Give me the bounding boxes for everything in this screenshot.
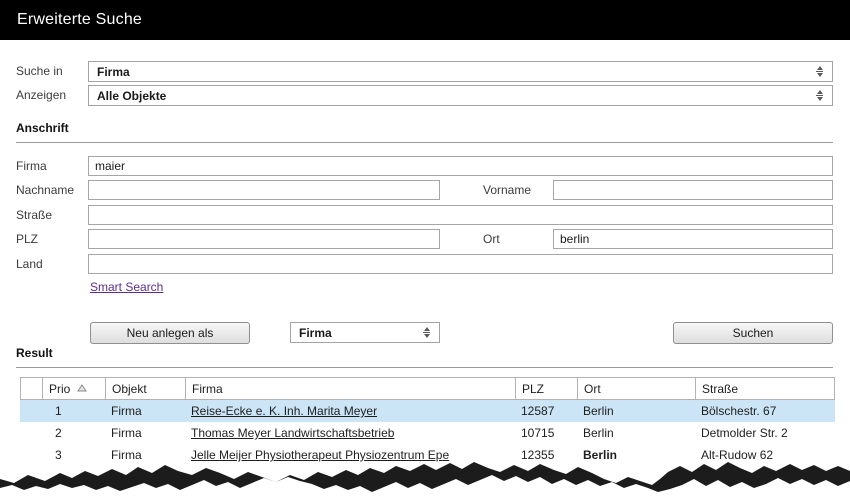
table-row[interactable]: 2 Firma Thomas Meyer Landwirtschaftsbetr… — [20, 422, 835, 444]
smart-search-link[interactable]: Smart Search — [90, 280, 163, 294]
firma-record-link[interactable]: Reise-Ecke e. K. Inh. Marita Meyer — [191, 404, 377, 418]
column-header-prio-label: Prio — [49, 381, 71, 396]
suche-in-select[interactable]: Firma — [88, 61, 833, 82]
objekt-cell: Firma — [111, 426, 142, 440]
plz-cell: 12587 — [521, 404, 555, 418]
land-label: Land — [16, 257, 43, 271]
page-title: Erweiterte Suche — [17, 11, 143, 28]
anschrift-section-title: Anschrift — [16, 121, 833, 143]
firma-cell: Reise-Ecke e. K. Inh. Marita Meyer — [185, 404, 515, 418]
firma-record-link[interactable]: Thomas Meyer Landwirtschaftsbetrieb — [191, 426, 394, 440]
torn-edge — [0, 462, 850, 492]
window-titlebar: Erweiterte Suche — [0, 0, 850, 40]
objekt-cell: Firma — [111, 404, 142, 418]
plz-field[interactable] — [88, 229, 440, 249]
dropdown-updown-icon — [816, 90, 823, 101]
neu-anlegen-als-button[interactable]: Neu anlegen als — [90, 322, 250, 344]
anzeigen-label: Anzeigen — [16, 88, 67, 102]
strasse-cell: Bölschestr. 67 — [701, 404, 777, 418]
column-header-objekt[interactable]: Objekt — [106, 378, 186, 399]
column-header-empty[interactable] — [21, 378, 43, 399]
land-field[interactable] — [88, 254, 833, 274]
sort-ascending-icon — [77, 383, 88, 391]
result-section-title: Result — [16, 346, 833, 368]
table-row[interactable]: 1 Firma Reise-Ecke e. K. Inh. Marita Mey… — [20, 400, 835, 422]
firma-field[interactable] — [88, 156, 833, 176]
vorname-label: Vorname — [483, 183, 532, 197]
column-header-plz[interactable]: PLZ — [516, 378, 578, 399]
ort-cell: Berlin — [583, 426, 614, 440]
result-table: Prio Objekt Firma PLZ Ort Straße 1 Firma… — [20, 377, 835, 466]
nachname-field[interactable] — [88, 180, 440, 200]
dropdown-updown-icon — [423, 327, 430, 338]
erweiterte-suche-window: Erweiterte Suche Suche in Firma Anzeigen… — [0, 0, 850, 499]
column-header-strasse[interactable]: Straße — [696, 378, 834, 399]
firma-cell: Thomas Meyer Landwirtschaftsbetrieb — [185, 426, 515, 440]
ort-cell: Berlin — [583, 404, 614, 418]
suche-in-value: Firma — [97, 64, 130, 79]
ort-field[interactable] — [553, 229, 833, 249]
anzeigen-value: Alle Objekte — [97, 88, 167, 103]
neu-anlegen-type-select[interactable]: Firma — [290, 322, 440, 343]
strasse-cell: Detmolder Str. 2 — [701, 426, 788, 440]
result-table-header: Prio Objekt Firma PLZ Ort Straße — [20, 377, 835, 400]
plz-cell: 10715 — [521, 426, 555, 440]
prio-cell: 2 — [55, 426, 62, 440]
plz-label: PLZ — [16, 232, 39, 246]
ort-label: Ort — [483, 232, 500, 246]
dropdown-updown-icon — [816, 66, 823, 77]
nachname-label: Nachname — [16, 183, 75, 197]
suche-in-label: Suche in — [16, 64, 63, 78]
column-header-firma[interactable]: Firma — [186, 378, 516, 399]
anzeigen-select[interactable]: Alle Objekte — [88, 85, 833, 106]
suchen-button[interactable]: Suchen — [673, 322, 833, 344]
vorname-field[interactable] — [553, 180, 833, 200]
column-header-ort[interactable]: Ort — [578, 378, 696, 399]
firma-label: Firma — [16, 159, 47, 173]
neu-anlegen-type-value: Firma — [299, 325, 332, 340]
prio-cell: 1 — [55, 404, 62, 418]
strasse-label: Straße — [16, 208, 53, 222]
strasse-field[interactable] — [88, 205, 833, 225]
column-header-prio[interactable]: Prio — [43, 378, 106, 399]
